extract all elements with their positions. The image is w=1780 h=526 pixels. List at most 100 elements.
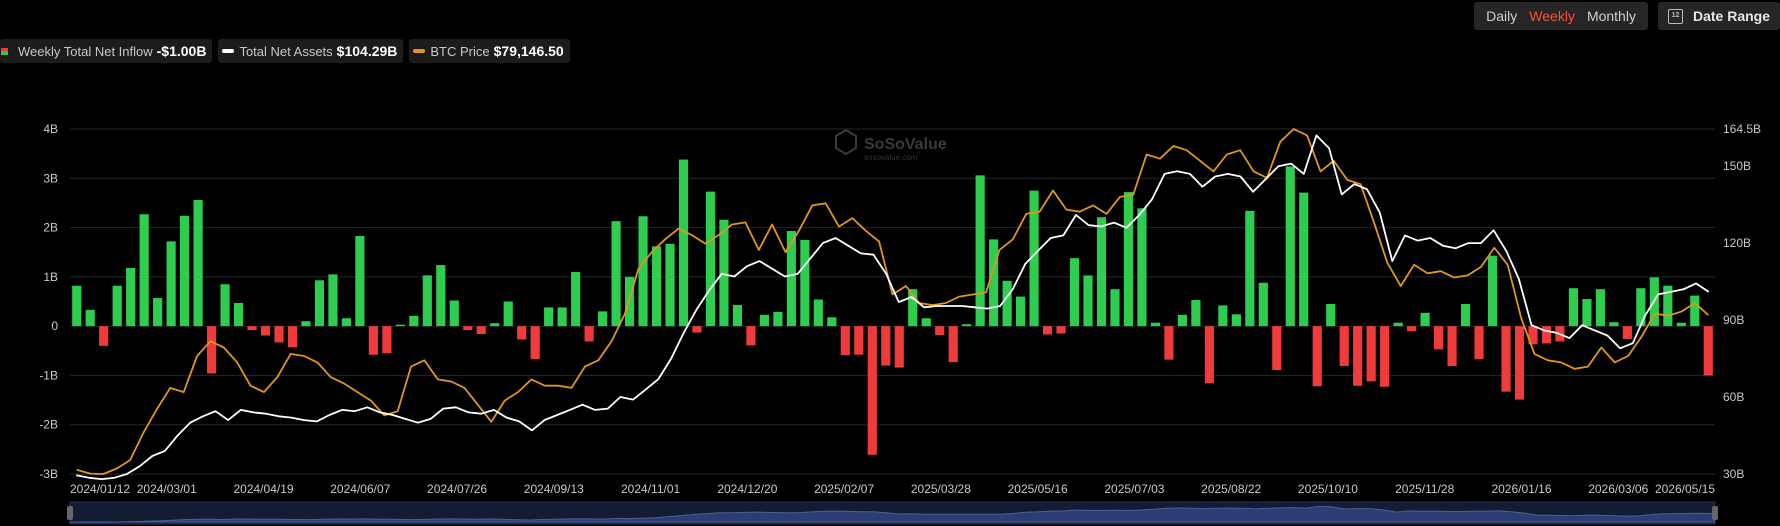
y-right-tick-label: 30B: [1723, 467, 1744, 481]
net-inflow-bar: [975, 175, 985, 327]
net-inflow-bar: [1690, 295, 1700, 327]
net-inflow-bar: [800, 239, 810, 327]
net-inflow-bar: [382, 326, 392, 354]
x-tick-label: 2025/10/10: [1298, 482, 1358, 496]
navigator-left-handle[interactable]: [67, 506, 73, 520]
net-inflow-bar: [1299, 192, 1309, 327]
net-inflow-bar: [1339, 326, 1349, 367]
x-axis: 2024/01/12 2024/03/01 2024/04/19 2024/06/07…: [70, 482, 1715, 496]
x-tick-label: 2024/03/01: [137, 482, 197, 496]
x-tick-label: 2024/04/19: [233, 482, 293, 496]
net-inflow-bar: [705, 191, 716, 327]
net-inflow-bar: [1366, 326, 1376, 382]
net-inflow-bar: [1231, 314, 1241, 327]
x-tick-label: 2024/01/12: [70, 482, 130, 496]
net-inflow-bar: [840, 326, 850, 356]
net-inflow-bar: [1460, 303, 1471, 327]
x-tick-label: 2025/05/16: [1008, 482, 1068, 496]
net-inflow-bar: [1636, 288, 1646, 327]
net-inflow-bar: [989, 239, 999, 327]
y-right-tick-label: 120B: [1723, 236, 1751, 250]
y-left-tick-label: 3B: [43, 171, 58, 185]
net-inflow-bar: [1164, 326, 1174, 360]
navigator-right-handle[interactable]: [1712, 506, 1718, 520]
y-right-tick-label: 150B: [1723, 159, 1751, 173]
y-axis-right: 30B 60B 90B 120B 150B 164.5B: [1723, 122, 1761, 481]
etf-flow-chart: SoSoValue sosovalue.com -3B -2B -1B 0 1B 2B 3B…: [39, 122, 1761, 525]
net-inflow-bar: [571, 271, 581, 327]
net-inflow-bar: [449, 300, 459, 327]
net-inflow-bar: [1487, 255, 1498, 327]
net-inflow-bar: [287, 326, 298, 348]
net-inflow-bar: [894, 326, 904, 368]
net-inflow-bar: [1703, 326, 1713, 376]
net-inflow-bar: [409, 315, 419, 327]
x-tick-label: 2025/11/28: [1395, 482, 1454, 496]
net-inflow-bar: [719, 219, 729, 327]
y-left-tick-label: -1B: [39, 368, 58, 382]
y-left-tick-label: 1B: [43, 270, 58, 284]
net-inflow-bar: [85, 309, 95, 327]
x-tick-label: 2026/03/06: [1588, 482, 1648, 496]
range-navigator[interactable]: [67, 501, 1718, 525]
net-inflow-bar: [1622, 326, 1632, 339]
net-inflow-bar: [99, 326, 109, 346]
y-axis-left: -3B -2B -1B 0 1B 2B 3B 4B: [39, 122, 58, 481]
x-tick-label: 2024/11/01: [621, 482, 680, 496]
net-inflow-bar: [490, 323, 500, 327]
net-inflow-bar: [368, 326, 378, 355]
x-tick-label: 2026/05/15: [1655, 482, 1715, 496]
net-inflow-bar: [247, 326, 257, 331]
x-tick-label: 2026/01/16: [1491, 482, 1551, 496]
net-inflow-bar: [341, 318, 351, 327]
net-inflow-bar: [72, 285, 82, 327]
sosovalue-watermark: SoSoValue sosovalue.com: [835, 128, 947, 162]
net-inflow-bar: [1258, 282, 1268, 327]
x-tick-label: 2024/12/20: [717, 482, 777, 496]
net-inflow-bar: [463, 326, 473, 331]
watermark-site: sosovalue.com: [864, 153, 918, 162]
net-inflow-bar: [867, 326, 877, 455]
net-inflow-bar: [1002, 280, 1012, 327]
net-inflow-bar: [1380, 326, 1390, 387]
net-inflow-bar: [935, 326, 945, 336]
y-right-tick-label: 60B: [1723, 390, 1744, 404]
net-inflow-bar: [126, 267, 136, 327]
y-left-tick-label: -3B: [39, 467, 58, 481]
net-inflow-bar: [1069, 258, 1080, 327]
net-inflow-bar: [112, 285, 122, 327]
net-inflow-bar: [786, 231, 796, 327]
net-inflow-bar: [584, 326, 594, 342]
net-inflow-bar: [1514, 326, 1525, 400]
net-inflow-bar: [1582, 299, 1592, 327]
net-inflow-bars: [72, 159, 1713, 455]
net-inflow-bar: [746, 326, 756, 346]
x-tick-label: 2025/02/07: [814, 482, 874, 496]
y-left-tick-label: 0: [51, 319, 58, 333]
net-inflow-bar: [1434, 326, 1444, 350]
x-tick-label: 2025/07/03: [1104, 482, 1164, 496]
net-inflow-bar: [732, 304, 743, 327]
net-inflow-bar: [1326, 303, 1336, 327]
sosovalue-logo-icon: [835, 128, 857, 156]
net-inflow-bar: [1042, 326, 1053, 335]
net-inflow-bar: [1568, 288, 1579, 327]
net-inflow-bar: [759, 314, 769, 327]
y-left-tick-label: 2B: [43, 221, 58, 235]
y-right-tick-label: 164.5B: [1723, 122, 1761, 136]
net-inflow-bar: [854, 326, 864, 355]
net-inflow-bar: [355, 235, 365, 327]
net-inflow-bar: [274, 326, 284, 343]
net-inflow-bar: [611, 221, 621, 327]
x-tick-label: 2025/03/28: [911, 482, 971, 496]
net-inflow-bar: [1083, 275, 1093, 327]
net-inflow-bar: [881, 326, 891, 366]
net-inflow-bar: [598, 311, 608, 327]
net-inflow-bar: [692, 326, 702, 333]
net-inflow-bar: [1541, 326, 1552, 344]
net-inflow-bar: [503, 301, 513, 327]
y-left-tick-label: -2B: [39, 418, 58, 432]
net-inflow-bar: [328, 274, 338, 327]
y-right-tick-label: 90B: [1723, 313, 1744, 327]
net-inflow-bar: [233, 302, 244, 327]
